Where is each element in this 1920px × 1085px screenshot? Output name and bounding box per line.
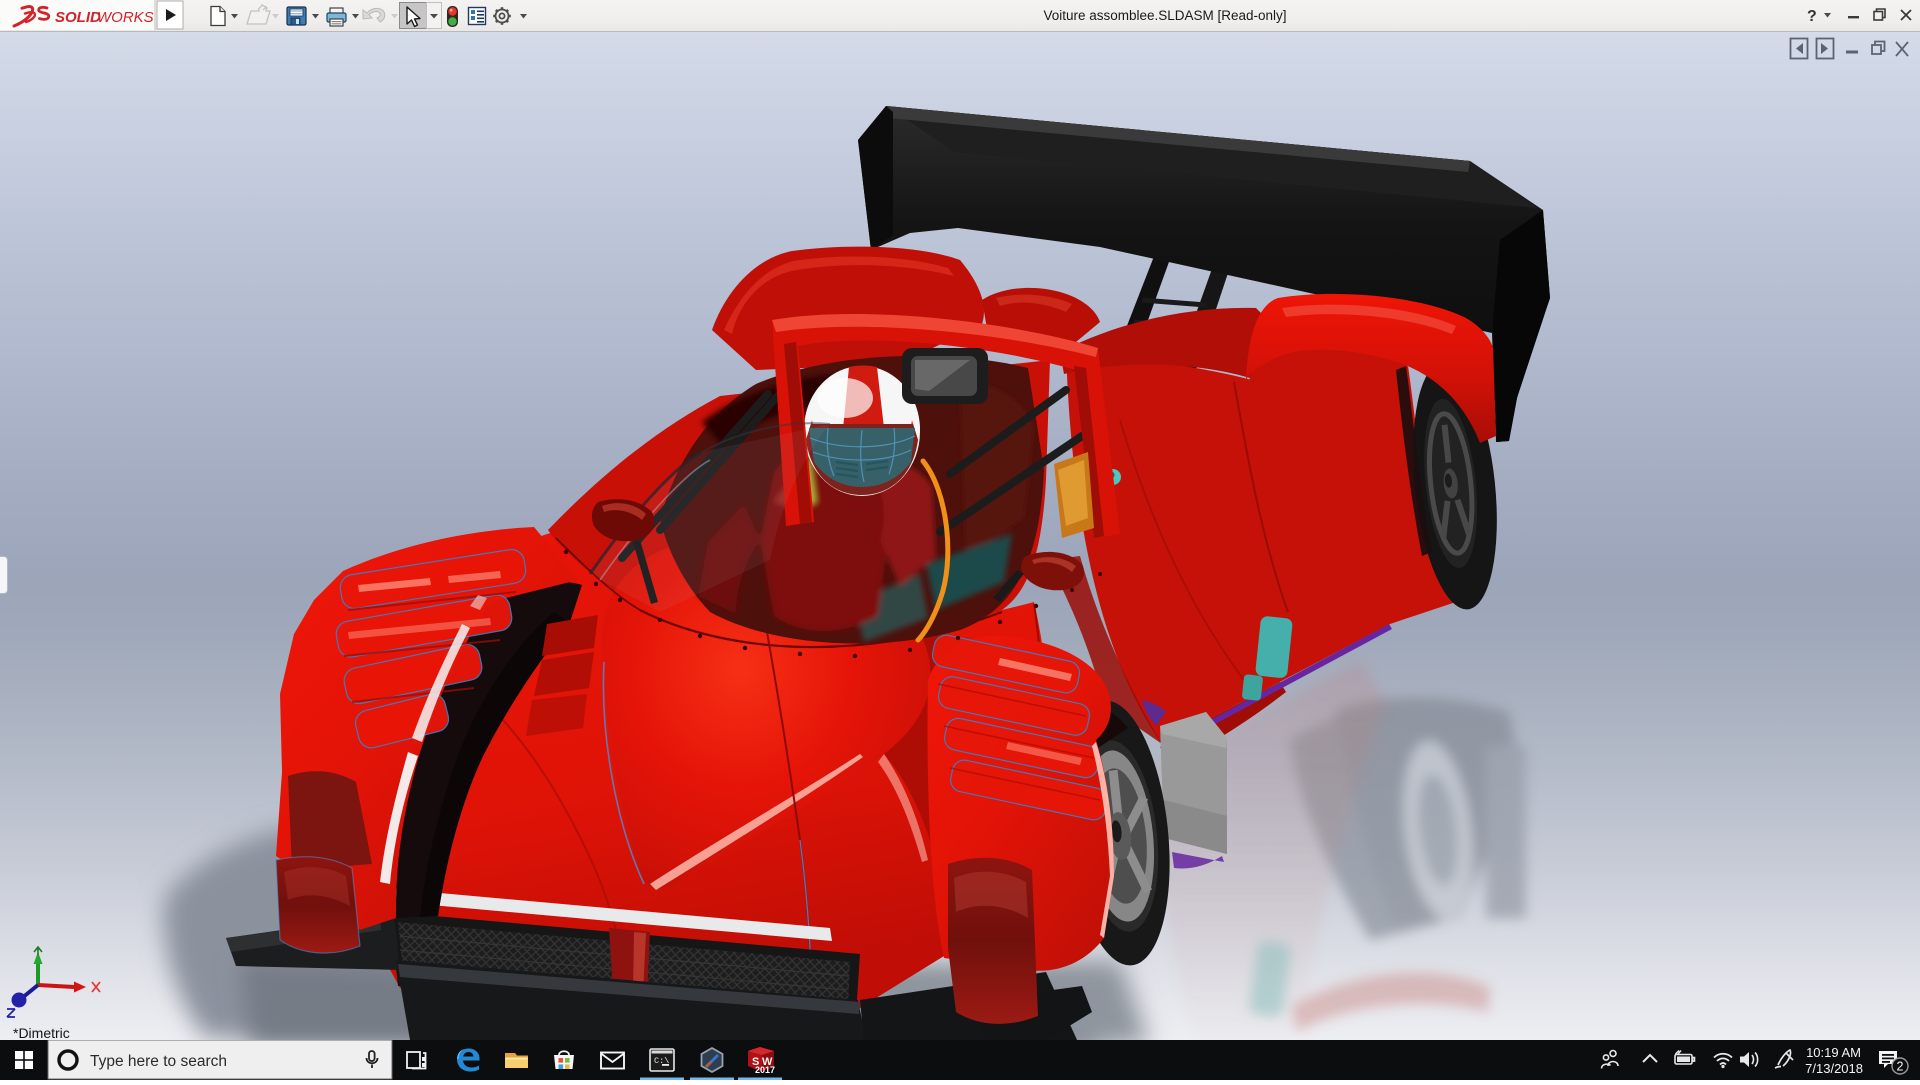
svg-text:WORKS: WORKS [97, 9, 154, 26]
svg-text:?: ? [1807, 8, 1817, 25]
svg-text:Voiture assomblee.SLDASM [Read: Voiture assomblee.SLDASM [Read-only] [1043, 8, 1286, 23]
svg-text:SOLID: SOLID [55, 9, 101, 26]
svg-text:7/13/2018: 7/13/2018 [1805, 1061, 1863, 1076]
svg-text:2017: 2017 [755, 1065, 775, 1075]
svg-text:10:19 AM: 10:19 AM [1806, 1045, 1861, 1060]
svg-text:Type here to search: Type here to search [90, 1053, 227, 1070]
svg-text:2: 2 [1897, 1060, 1904, 1074]
